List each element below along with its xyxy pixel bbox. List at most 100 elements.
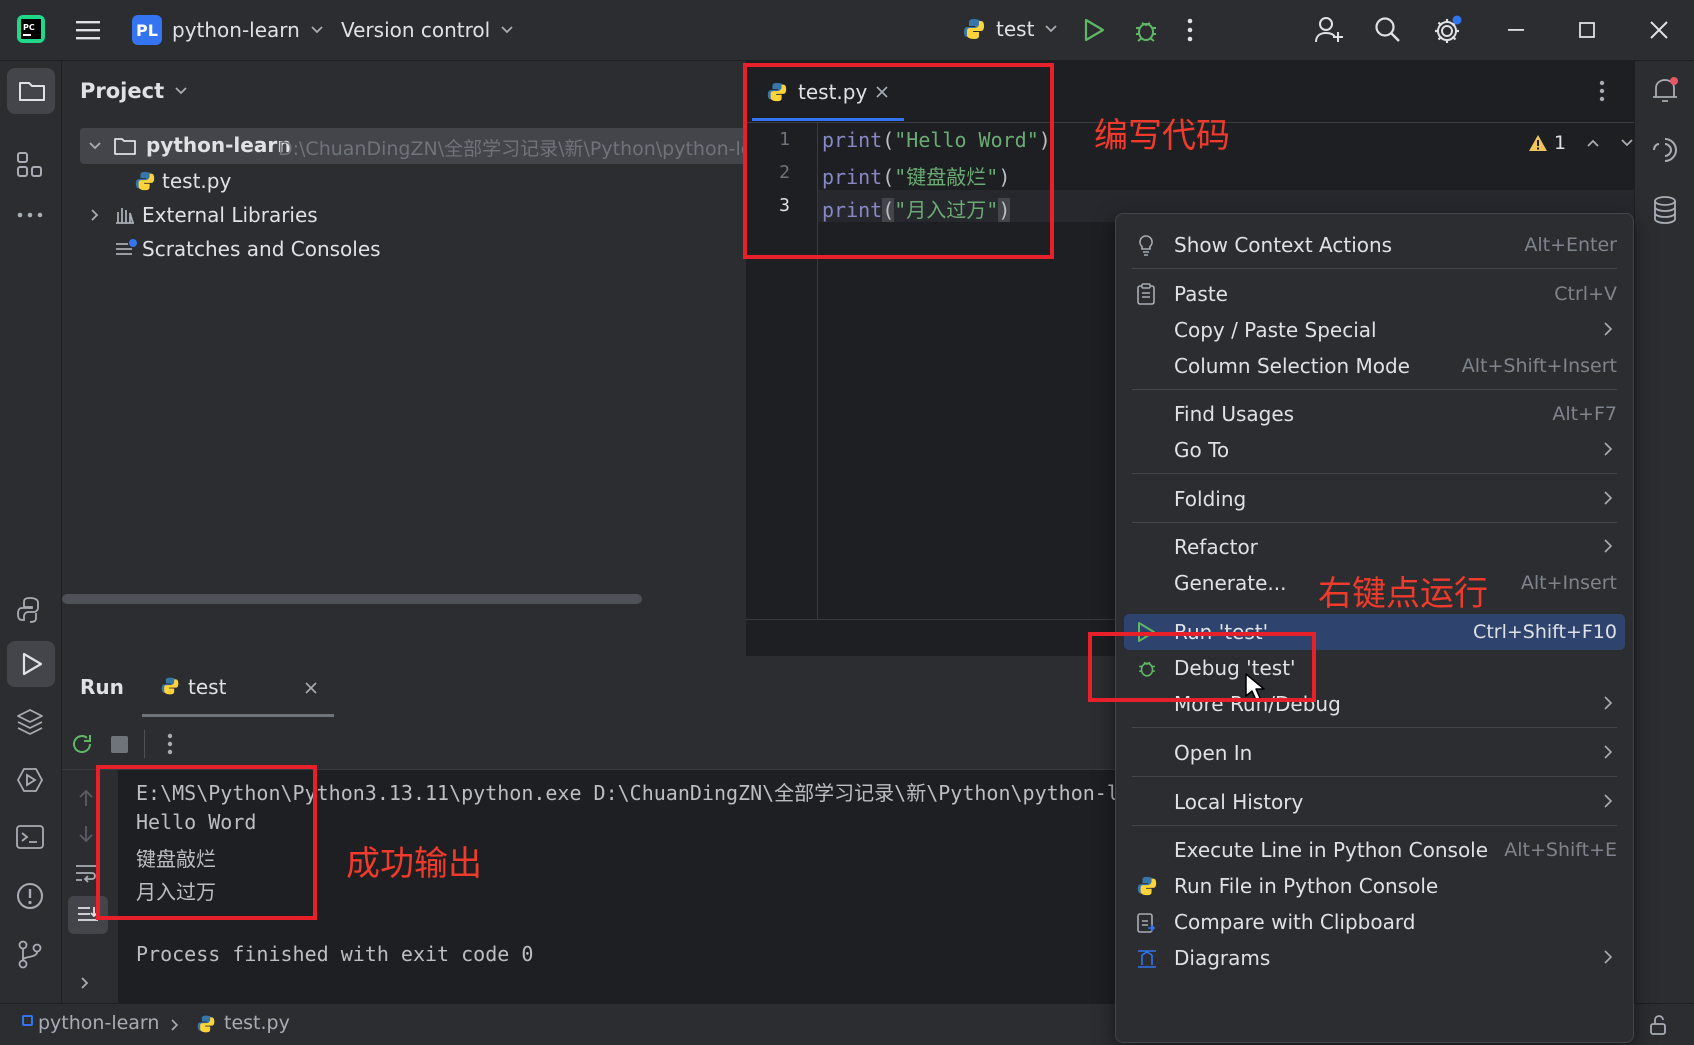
horizontal-scrollbar[interactable]	[62, 594, 642, 604]
chevron-right-icon	[1604, 696, 1613, 710]
menu-separator	[1132, 268, 1617, 269]
version-control-menu[interactable]: Version control	[341, 18, 514, 42]
context-menu: Show Context Actions Alt+Enter Paste Ctr…	[1115, 213, 1634, 1043]
run-panel-title: Run	[80, 675, 124, 699]
menu-separator	[1132, 522, 1617, 523]
menu-item-label: Compare with Clipboard	[1174, 910, 1416, 934]
more-actions-icon[interactable]	[1186, 17, 1194, 43]
run-config-selector[interactable]: test	[962, 17, 1058, 41]
menu-item-execute-line[interactable]: Execute Line in Python Console Alt+Shift…	[1124, 832, 1625, 868]
menu-item-label: Run File in Python Console	[1174, 874, 1439, 898]
close-window-icon[interactable]	[1649, 20, 1669, 40]
menu-separator	[1132, 389, 1617, 390]
folder-icon	[19, 82, 45, 101]
tree-root-row[interactable]: python-learn D:\ChuanDingZN\全部学习记录\新\Pyt…	[80, 128, 746, 164]
menu-item-label: Diagrams	[1174, 946, 1271, 970]
folder-icon	[114, 138, 136, 155]
arrow-up-icon[interactable]	[78, 788, 94, 808]
menu-item-folding[interactable]: Folding	[1124, 481, 1625, 517]
main-menu-icon[interactable]	[74, 17, 102, 43]
menu-item-go-to[interactable]: Go To	[1124, 432, 1625, 468]
project-panel-title: Project	[80, 79, 165, 103]
warning-icon	[1529, 135, 1547, 151]
project-panel: Project python-learn D:\ChuanDingZN\全部学习…	[62, 61, 746, 656]
breadcrumb-file[interactable]: test.py	[224, 1012, 290, 1034]
lock-icon[interactable]	[1648, 1014, 1670, 1036]
lightbulb-icon	[1139, 235, 1153, 256]
menu-item-label: Show Context Actions	[1174, 233, 1393, 257]
menu-separator	[1132, 825, 1617, 826]
clipboard-icon	[1137, 283, 1155, 305]
ai-assistant-icon[interactable]	[1650, 135, 1680, 165]
search-icon[interactable]	[1374, 16, 1402, 44]
chevron-right-icon	[1604, 794, 1613, 808]
stop-icon[interactable]	[111, 736, 128, 753]
annotation-success-output: 成功输出	[346, 844, 482, 884]
python-icon	[1137, 876, 1157, 896]
chevron-right-icon	[1604, 745, 1613, 759]
maximize-icon[interactable]	[1578, 21, 1596, 39]
tree-file-row[interactable]: test.py	[80, 164, 746, 198]
menu-separator	[1132, 727, 1617, 728]
menu-item-open-in[interactable]: Open In	[1124, 735, 1625, 771]
menu-item-label: Folding	[1174, 487, 1247, 511]
settings-icon[interactable]	[1432, 14, 1464, 46]
menu-item-diagrams[interactable]: Diagrams	[1124, 940, 1625, 976]
menu-item-shortcut: Alt+Shift+E	[1504, 839, 1617, 861]
run-tab-label: test	[188, 675, 227, 699]
more-tools-icon[interactable]	[16, 211, 44, 219]
menu-item-label: Execute Line in Python Console	[1174, 838, 1489, 862]
tree-external-libraries-row[interactable]: External Libraries	[80, 198, 746, 232]
run-icon[interactable]	[1082, 17, 1106, 43]
layers-icon[interactable]	[15, 707, 45, 737]
project-tool-button[interactable]	[7, 68, 55, 114]
more-actions-icon[interactable]	[166, 732, 174, 756]
chevron-down-icon[interactable]	[1620, 138, 1634, 148]
minimize-icon[interactable]	[1506, 28, 1526, 32]
chevron-down-icon	[311, 26, 323, 34]
project-name: python-learn	[172, 18, 300, 42]
problems-icon[interactable]	[15, 881, 45, 911]
run-tool-button[interactable]	[7, 641, 55, 687]
chevron-up-icon[interactable]	[1586, 138, 1600, 148]
inspection-widget[interactable]: 1	[1528, 132, 1634, 154]
database-icon[interactable]	[1651, 195, 1679, 225]
structure-icon[interactable]	[16, 151, 44, 179]
menu-item-shortcut: Alt+F7	[1552, 403, 1617, 425]
debug-icon[interactable]	[1133, 16, 1159, 44]
editor-more-icon[interactable]	[1598, 79, 1606, 103]
menu-item-run-file-in-console[interactable]: Run File in Python Console	[1124, 868, 1625, 904]
notifications-icon[interactable]	[1650, 75, 1680, 105]
menu-item-paste[interactable]: Paste Ctrl+V	[1124, 276, 1625, 312]
chevron-right-icon[interactable]	[80, 976, 90, 990]
add-user-icon[interactable]	[1314, 16, 1344, 44]
menu-item-local-history[interactable]: Local History	[1124, 784, 1625, 820]
menu-item-refactor[interactable]: Refactor	[1124, 529, 1625, 565]
run-tab-test[interactable]: test	[142, 656, 334, 718]
menu-item-column-selection-mode[interactable]: Column Selection Mode Alt+Shift+Insert	[1124, 348, 1625, 384]
breadcrumb-project[interactable]: python-learn	[38, 1012, 159, 1034]
chevron-right-icon	[91, 209, 99, 221]
rerun-icon[interactable]	[70, 732, 94, 756]
menu-item-find-usages[interactable]: Find Usages Alt+F7	[1124, 396, 1625, 432]
python-packages-icon[interactable]	[15, 595, 45, 625]
menu-item-label: Find Usages	[1174, 402, 1295, 426]
chevron-right-icon	[1604, 322, 1613, 336]
arrow-down-icon[interactable]	[78, 824, 94, 844]
chevron-down-icon	[501, 26, 513, 34]
menu-item-show-context-actions[interactable]: Show Context Actions Alt+Enter	[1124, 227, 1625, 263]
project-switcher[interactable]: PL python-learn	[132, 15, 324, 45]
library-icon	[116, 208, 134, 224]
terminal-icon[interactable]	[15, 823, 45, 851]
services-icon[interactable]	[15, 765, 45, 795]
close-tab-icon[interactable]	[305, 682, 317, 694]
soft-wrap-icon[interactable]	[74, 862, 98, 884]
menu-item-copy-paste-special[interactable]: Copy / Paste Special	[1124, 312, 1625, 348]
menu-item-shortcut: Ctrl+V	[1554, 283, 1617, 305]
chevron-right-icon	[171, 1019, 179, 1031]
tree-scratches-row[interactable]: Scratches and Consoles	[80, 232, 746, 266]
pycharm-logo-icon[interactable]: PC	[16, 14, 46, 44]
project-panel-header[interactable]: Project	[80, 79, 188, 103]
menu-item-compare-clipboard[interactable]: Compare with Clipboard	[1124, 904, 1625, 940]
git-branch-icon[interactable]	[16, 939, 44, 969]
